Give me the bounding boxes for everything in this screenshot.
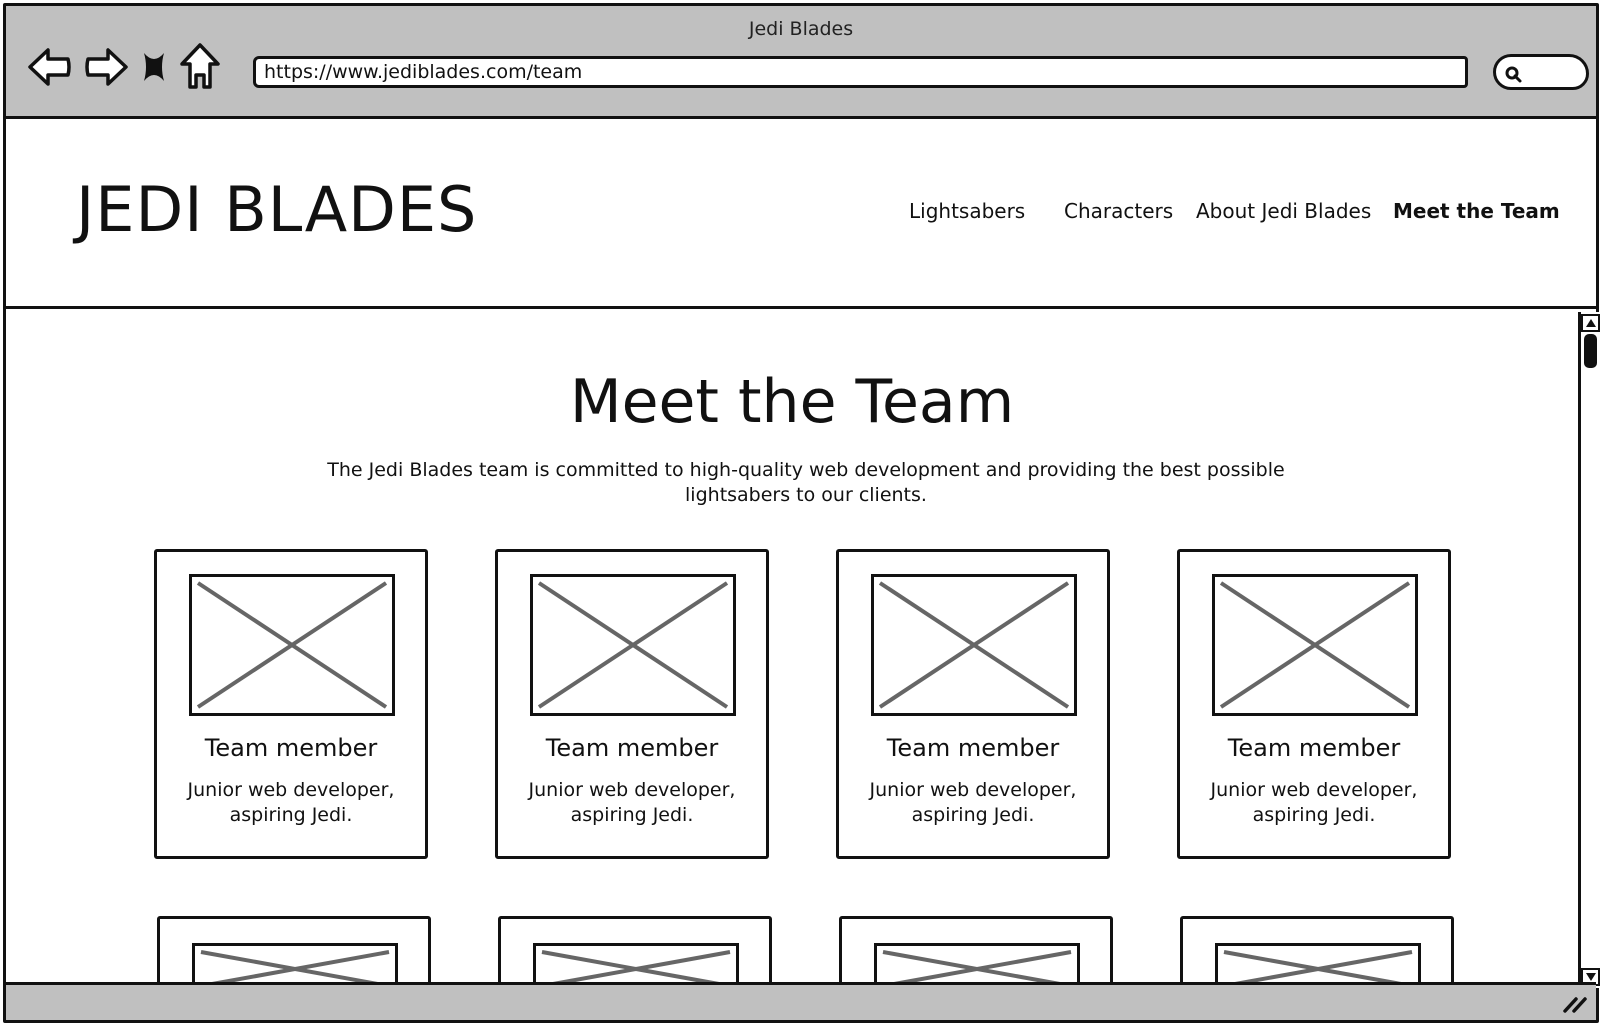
- stop-icon[interactable]: [136, 47, 172, 87]
- team-member-card-partial: [157, 916, 431, 988]
- scroll-up-button[interactable]: [1581, 314, 1600, 332]
- forward-arrow-icon[interactable]: [80, 45, 130, 89]
- site-logo[interactable]: JEDI BLADES: [76, 173, 477, 246]
- image-placeholder-icon: [196, 581, 388, 709]
- status-bar: [6, 982, 1596, 1020]
- page-content: Meet the Team The Jedi Blades team is co…: [6, 312, 1578, 988]
- member-name: Team member: [886, 734, 1060, 762]
- browser-window: Jedi Blades JEDI BLADES: [3, 3, 1600, 1023]
- browser-nav-controls: [26, 42, 222, 92]
- image-placeholder: [1212, 574, 1418, 716]
- member-name: Team member: [1227, 734, 1401, 762]
- team-member-card-partial: [1180, 916, 1454, 988]
- member-role: Junior web developer, aspiring Jedi.: [1210, 779, 1418, 826]
- team-member-card: Team member Junior web developer, aspiri…: [1177, 549, 1451, 859]
- image-placeholder-icon: [537, 581, 729, 709]
- member-role: Junior web developer, aspiring Jedi.: [869, 779, 1077, 826]
- nav-link-about[interactable]: About Jedi Blades: [1196, 199, 1371, 223]
- back-arrow-icon[interactable]: [26, 45, 74, 89]
- member-name: Team member: [204, 734, 378, 762]
- home-icon[interactable]: [178, 42, 222, 92]
- team-member-card-partial: [839, 916, 1113, 988]
- team-member-card-partial: [498, 916, 772, 988]
- team-member-card: Team member Junior web developer, aspiri…: [154, 549, 428, 859]
- member-role: Junior web developer, aspiring Jedi.: [528, 779, 736, 826]
- resize-grip-icon[interactable]: [1562, 993, 1588, 1017]
- image-placeholder-icon: [878, 581, 1070, 709]
- nav-link-lightsabers[interactable]: Lightsabers: [909, 199, 1025, 223]
- nav-link-meet-the-team[interactable]: Meet the Team: [1393, 199, 1560, 223]
- image-placeholder: [530, 574, 736, 716]
- team-member-card: Team member Junior web developer, aspiri…: [836, 549, 1110, 859]
- triangle-down-icon: [1585, 973, 1596, 981]
- scroll-thumb[interactable]: [1584, 334, 1597, 368]
- team-intro: The Jedi Blades team is committed to hig…: [327, 459, 1285, 506]
- member-name: Team member: [545, 734, 719, 762]
- nav-link-characters[interactable]: Characters: [1064, 199, 1173, 223]
- image-placeholder: [871, 574, 1077, 716]
- page-title: Meet the Team: [569, 367, 1015, 437]
- search-icon: [1505, 66, 1522, 83]
- triangle-up-icon: [1585, 319, 1596, 327]
- image-placeholder-icon: [1219, 581, 1411, 709]
- url-input[interactable]: [253, 56, 1468, 88]
- browser-search-button[interactable]: [1493, 54, 1589, 90]
- image-placeholder: [189, 574, 395, 716]
- browser-chrome: Jedi Blades: [6, 6, 1596, 119]
- window-title: Jedi Blades: [748, 18, 854, 40]
- team-member-card: Team member Junior web developer, aspiri…: [495, 549, 769, 859]
- vertical-scrollbar[interactable]: [1578, 312, 1600, 988]
- member-role: Junior web developer, aspiring Jedi.: [187, 779, 395, 826]
- site-header: JEDI BLADES Lightsabers Characters About…: [6, 119, 1596, 309]
